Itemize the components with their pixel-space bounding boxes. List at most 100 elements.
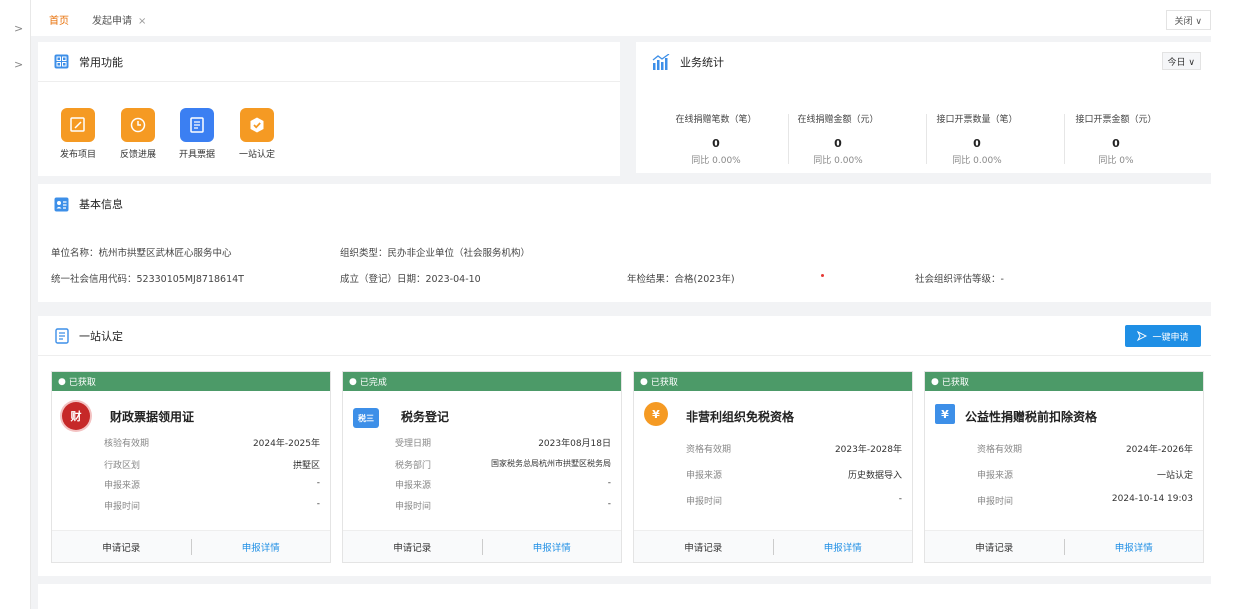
status-label: 已获取 bbox=[650, 378, 678, 388]
status-badge: ● 已获取 bbox=[52, 372, 330, 391]
row-key: 资格有效期 bbox=[977, 445, 1023, 455]
row-value: 2023年-2028年 bbox=[834, 445, 902, 455]
stat-label: 接口开票数量（笔） bbox=[936, 115, 1018, 125]
business-stats-card: 业务统计 今日 ∨ 在线捐赠笔数（笔） 0 同比 0.00% 在线捐赠金额（元）… bbox=[636, 42, 1211, 173]
issue-receipt-button[interactable]: 开具票据 bbox=[172, 108, 222, 160]
row-value: 一站认定 bbox=[1156, 471, 1193, 481]
row-value: 2024年-2026年 bbox=[1125, 445, 1193, 455]
cert-title: 税务登记 bbox=[401, 410, 450, 424]
apply-record-link[interactable]: 申请记录 bbox=[343, 540, 482, 554]
stat-label: 在线捐赠笔数（笔） bbox=[675, 115, 757, 125]
chevron-down-icon: ∨ bbox=[1188, 58, 1195, 68]
apply-detail-link[interactable]: 申报详情 bbox=[192, 540, 331, 554]
cert-row: 资格有效期 2024年-2026年 bbox=[977, 442, 1193, 455]
stat-online-donation-count: 在线捐赠笔数（笔） 0 同比 0.00% bbox=[651, 112, 781, 166]
card-header: 业务统计 bbox=[636, 42, 1211, 82]
stat-yoy: 同比 0.00% bbox=[912, 153, 1042, 166]
left-rail: > > bbox=[0, 0, 31, 609]
stat-api-invoice-count: 接口开票数量（笔） 0 同比 0.00% bbox=[912, 112, 1042, 166]
cert-row: 申报来源 - bbox=[104, 478, 320, 491]
stat-yoy: 同比 0% bbox=[1051, 153, 1181, 166]
cert-footer: 申请记录 申报详情 bbox=[634, 530, 912, 562]
org-type: 组织类型：民办非企业单位（社会服务机构） bbox=[340, 248, 531, 259]
apply-detail-link[interactable]: 申报详情 bbox=[1065, 540, 1204, 554]
card-title: 基本信息 bbox=[79, 198, 123, 211]
func-label: 一站认定 bbox=[238, 150, 275, 160]
stat-yoy: 同比 0.00% bbox=[651, 153, 781, 166]
status-badge: ● 已获取 bbox=[634, 372, 912, 391]
cert-card-charitable-deduction: ● 已获取 ¥ 公益性捐赠税前扣除资格 资格有效期 2024年-2026年 申报来… bbox=[924, 371, 1204, 563]
cert-row: 申报来源 一站认定 bbox=[977, 468, 1193, 481]
cert-row: 申报时间 - bbox=[686, 494, 902, 507]
status-label: 已获取 bbox=[68, 378, 96, 388]
fiscal-seal-icon: 财 bbox=[62, 402, 90, 430]
cert-title: 公益性捐赠税前扣除资格 bbox=[965, 410, 1098, 424]
tab-bar: 首页 发起申请 × 关闭 ∨ bbox=[31, 0, 1211, 36]
status-badge: ● 已完成 bbox=[343, 372, 621, 391]
tab-home[interactable]: 首页 bbox=[49, 12, 69, 27]
cert-row: 申报时间 2024-10-14 19:03 bbox=[977, 494, 1193, 507]
func-icon-bg bbox=[180, 108, 214, 142]
cert-row: 税务部门 国家税务总局杭州市拱墅区税务局 bbox=[395, 458, 611, 471]
feedback-progress-button[interactable]: 反馈进展 bbox=[113, 108, 163, 160]
cert-title: 非营利组织免税资格 bbox=[686, 410, 795, 424]
apply-record-link[interactable]: 申请记录 bbox=[925, 540, 1064, 554]
verified-icon bbox=[250, 117, 264, 133]
tab-apply-label: 发起申请 bbox=[92, 16, 132, 27]
row-value: - bbox=[607, 478, 611, 488]
apply-detail-link[interactable]: 申报详情 bbox=[483, 540, 622, 554]
card-header: 基本信息 bbox=[38, 184, 1211, 224]
card-title: 业务统计 bbox=[680, 56, 724, 69]
card-header: 常用功能 bbox=[38, 42, 620, 82]
publish-project-button[interactable]: 发布项目 bbox=[53, 108, 103, 160]
card-header: 一站认定 bbox=[38, 316, 1211, 356]
row-key: 申报来源 bbox=[686, 471, 723, 481]
common-functions-card: 常用功能 发布项目 反馈进展 开具票据 一站认定 bbox=[38, 42, 620, 176]
row-value: 2024年-2025年 bbox=[252, 439, 320, 449]
status-label: 已完成 bbox=[359, 378, 387, 388]
cert-row: 申报时间 - bbox=[104, 499, 320, 512]
stat-label: 在线捐赠金额（元） bbox=[797, 115, 879, 125]
refresh-clock-icon bbox=[130, 117, 146, 133]
row-key: 申报来源 bbox=[977, 471, 1014, 481]
cert-footer: 申请记录 申报详情 bbox=[343, 530, 621, 562]
cert-row: 申报来源 - bbox=[395, 478, 611, 491]
chevron-down-icon: ∨ bbox=[1195, 17, 1202, 27]
apply-record-link[interactable]: 申请记录 bbox=[634, 540, 773, 554]
func-label: 发布项目 bbox=[59, 150, 96, 160]
one-stop-certify-button[interactable]: 一站认定 bbox=[232, 108, 282, 160]
row-value: - bbox=[316, 499, 320, 509]
row-value: 拱墅区 bbox=[292, 461, 320, 471]
apply-record-link[interactable]: 申请记录 bbox=[52, 540, 191, 554]
row-key: 税务部门 bbox=[395, 461, 432, 471]
row-key: 申报时间 bbox=[104, 502, 141, 512]
apply-detail-link[interactable]: 申报详情 bbox=[774, 540, 913, 554]
row-value: - bbox=[607, 499, 611, 509]
yoy-label: 同比 bbox=[1098, 156, 1117, 166]
chevron-right-icon[interactable]: > bbox=[14, 58, 23, 71]
chevron-right-icon[interactable]: > bbox=[14, 22, 23, 35]
row-key: 申报时间 bbox=[977, 497, 1014, 507]
period-select[interactable]: 今日 ∨ bbox=[1161, 52, 1201, 70]
bottom-card bbox=[38, 584, 1211, 609]
yoy-value: 0.00% bbox=[712, 156, 741, 166]
stat-label: 接口开票金额（元） bbox=[1075, 115, 1157, 125]
row-key: 申报来源 bbox=[395, 481, 432, 491]
receipt-icon bbox=[190, 117, 204, 133]
cert-row: 受理日期 2023年08月18日 bbox=[395, 436, 611, 449]
row-key: 申报时间 bbox=[395, 502, 432, 512]
one-click-apply-button[interactable]: 一键申请 bbox=[1125, 325, 1201, 347]
cert-row: 资格有效期 2023年-2028年 bbox=[686, 442, 902, 455]
row-value: - bbox=[898, 494, 902, 504]
org-name: 单位名称：杭州市拱墅区武林匠心服务中心 bbox=[51, 248, 232, 259]
func-label: 开具票据 bbox=[178, 150, 215, 160]
close-menu-button[interactable]: 关闭 ∨ bbox=[1165, 10, 1211, 30]
basic-info-card: 基本信息 单位名称：杭州市拱墅区武林匠心服务中心 组织类型：民办非企业单位（社会… bbox=[38, 184, 1211, 302]
cert-card-nonprofit-tax-exempt: ● 已获取 ¥ 非营利组织免税资格 资格有效期 2023年-2028年 申报来源 历… bbox=[633, 371, 913, 563]
yuan-coin-icon: ¥ bbox=[644, 402, 668, 426]
close-icon[interactable]: × bbox=[138, 16, 146, 27]
cert-row: 申报时间 - bbox=[395, 499, 611, 512]
tab-apply[interactable]: 发起申请 × bbox=[92, 12, 146, 27]
reg-date: 成立（登记）日期：2023-04-10 bbox=[340, 274, 481, 285]
cert-card-fiscal-receipt: ● 已获取 财 财政票据领用证 核验有效期 2024年-2025年 行政区划 拱墅区… bbox=[51, 371, 331, 563]
